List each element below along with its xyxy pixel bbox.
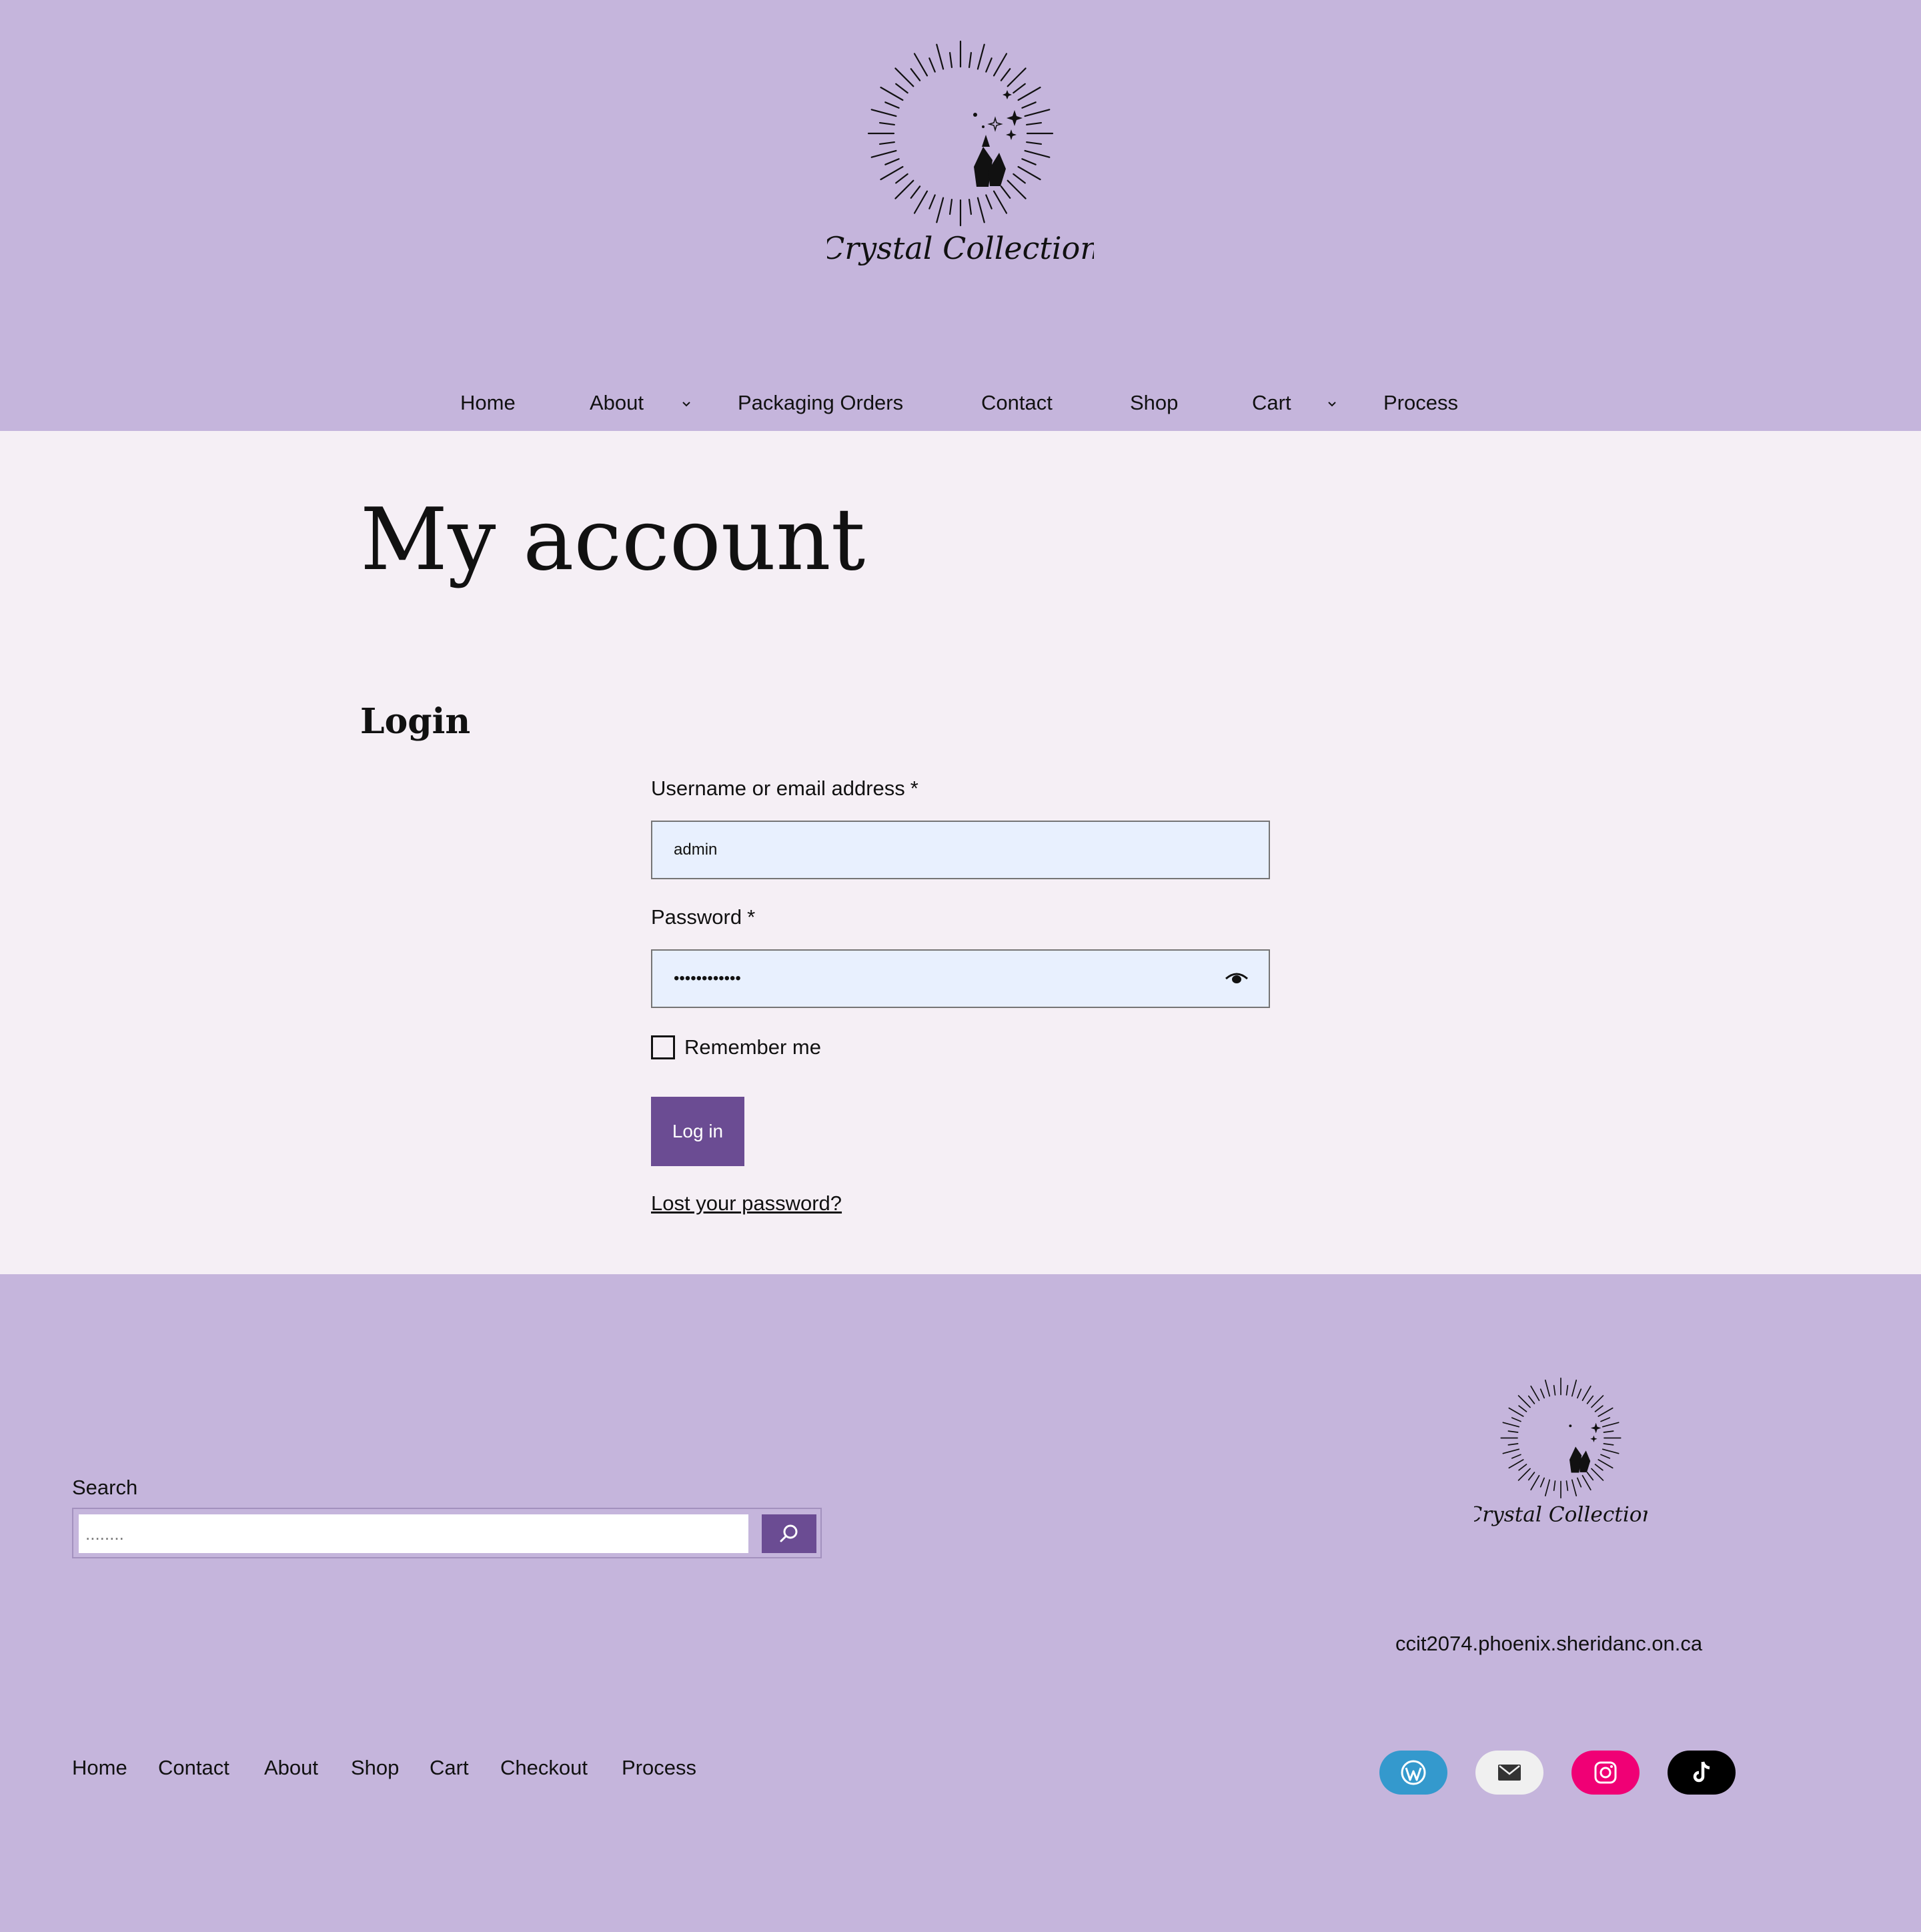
- nav-item-shop[interactable]: Shop: [1130, 382, 1178, 424]
- tiktok-icon: [1693, 1761, 1710, 1783]
- site-url: ccit2074.phoenix.sheridanc.on.ca: [1395, 1632, 1703, 1655]
- tiktok-link[interactable]: [1668, 1751, 1736, 1795]
- chevron-down-icon[interactable]: [1325, 396, 1339, 411]
- lost-password-link[interactable]: Lost your password?: [651, 1191, 842, 1216]
- nav-item-contact[interactable]: Contact: [981, 382, 1053, 424]
- username-label-text: Username or email address: [651, 777, 905, 800]
- site-footer: Search ........ Crystal Collection ccit2…: [0, 1274, 1921, 1932]
- svg-text:Crystal Collection: Crystal Collection: [827, 230, 1094, 266]
- mail-link[interactable]: [1475, 1751, 1543, 1795]
- search-button[interactable]: [762, 1514, 816, 1553]
- footer-nav-checkout[interactable]: Checkout: [500, 1756, 588, 1780]
- mail-icon: [1498, 1765, 1521, 1781]
- nav-item-cart[interactable]: Cart: [1252, 382, 1291, 424]
- footer-nav-contact[interactable]: Contact: [158, 1756, 229, 1780]
- main-nav: Home About Packaging Orders Contact Shop…: [0, 382, 1921, 424]
- moon-crystal-logo-icon: Crystal Collection: [821, 40, 1100, 266]
- nav-item-packaging-orders[interactable]: Packaging Orders: [738, 382, 903, 424]
- footer-nav-process[interactable]: Process: [622, 1756, 696, 1780]
- footer-nav-shop[interactable]: Shop: [351, 1756, 399, 1780]
- password-value: ••••••••••••: [674, 969, 741, 987]
- required-mark: *: [910, 777, 918, 800]
- password-label: Password *: [651, 905, 755, 929]
- instagram-link[interactable]: [1571, 1751, 1640, 1795]
- login-button[interactable]: Log in: [651, 1097, 744, 1166]
- site-logo[interactable]: Crystal Collection: [821, 27, 1100, 280]
- nav-item-home[interactable]: Home: [460, 382, 516, 424]
- password-label-text: Password: [651, 905, 742, 929]
- search-icon: [780, 1524, 798, 1542]
- eye-icon[interactable]: [1225, 969, 1249, 988]
- main-content: My account Login Username or email addre…: [0, 431, 1921, 1274]
- moon-crystal-logo-icon: Crystal Collection: [1466, 1377, 1656, 1526]
- footer-nav-about[interactable]: About: [264, 1756, 318, 1780]
- footer-nav-cart[interactable]: Cart: [430, 1756, 469, 1780]
- instagram-icon: [1594, 1761, 1617, 1784]
- chevron-down-icon[interactable]: [679, 396, 694, 411]
- search-form: ........: [72, 1508, 822, 1558]
- wordpress-icon: [1401, 1760, 1426, 1785]
- site-header: Crystal Collection Home About Packaging …: [0, 0, 1921, 431]
- page-title: My account: [360, 490, 866, 590]
- footer-nav-home[interactable]: Home: [72, 1756, 127, 1780]
- wordpress-link[interactable]: [1379, 1751, 1447, 1795]
- search-input[interactable]: ........: [79, 1514, 748, 1553]
- password-field[interactable]: ••••••••••••: [651, 949, 1270, 1008]
- remember-me-checkbox[interactable]: [651, 1035, 675, 1059]
- remember-me-label[interactable]: Remember me: [684, 1034, 821, 1061]
- svg-text:Crystal Collection: Crystal Collection: [1474, 1502, 1648, 1526]
- username-value: admin: [674, 841, 718, 859]
- footer-logo[interactable]: Crystal Collection: [1466, 1368, 1656, 1534]
- username-field[interactable]: admin: [651, 821, 1270, 879]
- username-label: Username or email address *: [651, 777, 918, 801]
- search-label: Search: [72, 1476, 138, 1499]
- login-heading: Login: [360, 701, 471, 742]
- nav-item-about[interactable]: About: [590, 382, 644, 424]
- nav-item-process[interactable]: Process: [1383, 382, 1458, 424]
- required-mark: *: [747, 905, 756, 929]
